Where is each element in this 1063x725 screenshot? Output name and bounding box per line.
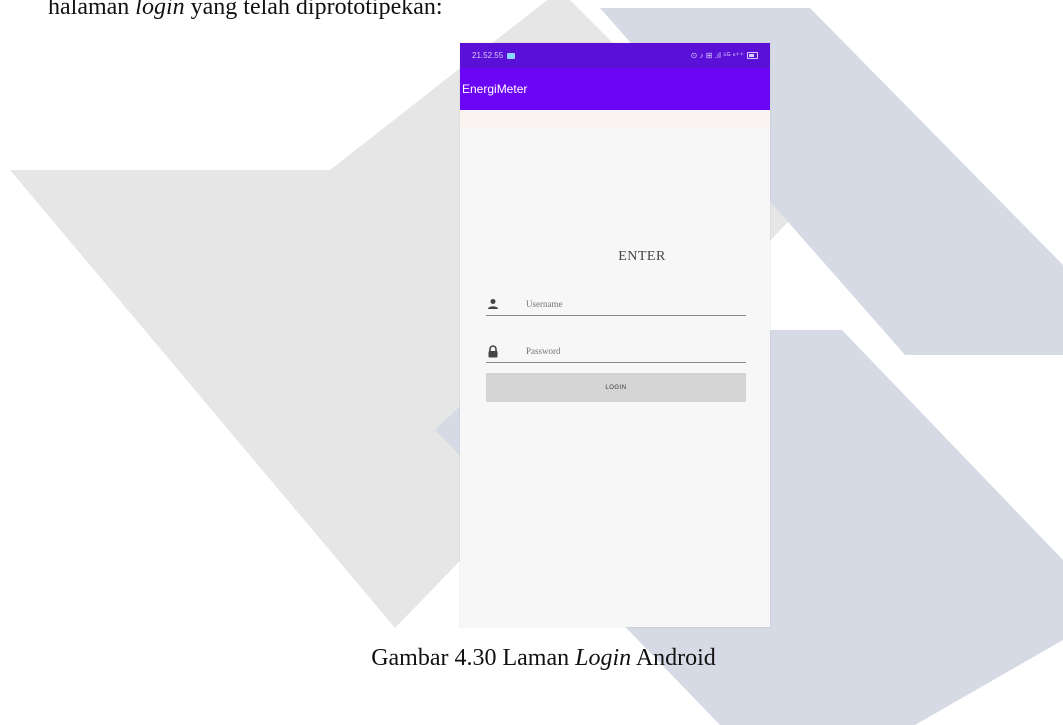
login-button[interactable]: LOGIN xyxy=(486,373,746,402)
phone-screenshot: 21.52.55 ⊙ ♪ ⊞ .ıl ⁵ᴳ ⁿ⁺⁺ EnergiMeter EN… xyxy=(460,43,770,627)
intro-text-before: halaman xyxy=(48,0,136,20)
lock-icon xyxy=(486,344,500,358)
username-field xyxy=(486,293,746,316)
content-top-strip xyxy=(460,110,770,129)
app-title: EnergiMeter xyxy=(462,82,528,96)
app-bar: EnergiMeter xyxy=(460,68,770,110)
figure-caption: Gambar 4.30 Laman Login Android xyxy=(0,645,1063,672)
battery-icon xyxy=(747,52,758,59)
caption-before: Gambar 4.30 Laman xyxy=(371,645,576,671)
username-input[interactable] xyxy=(524,298,728,310)
caption-italic: Login xyxy=(575,645,632,671)
status-bar: 21.52.55 ⊙ ♪ ⊞ .ıl ⁵ᴳ ⁿ⁺⁺ xyxy=(460,43,770,68)
intro-paragraph: halaman login yang telah diprototipekan: xyxy=(48,0,443,21)
notification-icon xyxy=(507,52,516,59)
person-icon xyxy=(486,297,500,311)
password-input[interactable] xyxy=(524,345,728,357)
intro-text-italic: login xyxy=(135,0,185,20)
password-field xyxy=(486,340,746,363)
caption-after: Android xyxy=(631,645,716,671)
intro-text-after: yang telah diprototipekan: xyxy=(184,0,443,20)
status-icons: ⊙ ♪ ⊞ .ıl ⁵ᴳ ⁿ⁺⁺ xyxy=(690,51,744,60)
status-time: 21.52.55 xyxy=(472,51,504,60)
login-heading: ENTER xyxy=(618,249,666,264)
